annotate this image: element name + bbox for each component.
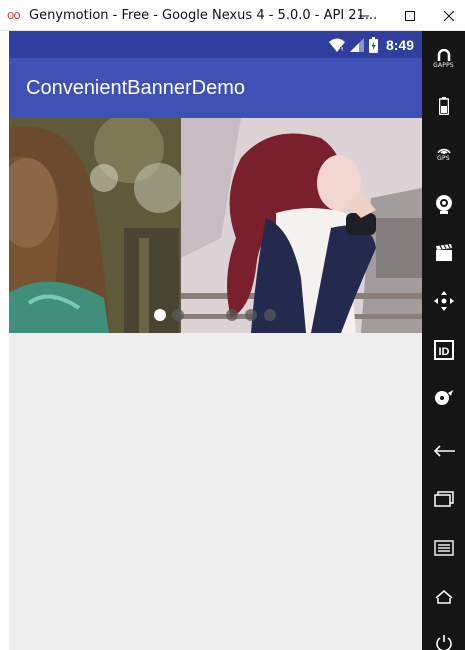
status-bar: 8:49 <box>9 31 422 58</box>
screencast-button[interactable] <box>422 233 465 273</box>
status-time: 8:49 <box>385 37 414 53</box>
minimize-icon <box>359 15 369 16</box>
page-indicator-dot[interactable] <box>154 309 166 321</box>
signal-icon <box>349 38 364 52</box>
banner-slide-1[interactable] <box>9 118 181 333</box>
battery-icon <box>438 97 449 115</box>
page-indicator-dot[interactable] <box>226 309 238 321</box>
convenient-banner[interactable] <box>9 118 422 333</box>
gps-icon <box>436 148 451 154</box>
back-icon <box>433 445 455 457</box>
maximize-icon <box>405 10 415 21</box>
camera-icon <box>435 195 452 214</box>
gps-label: GPS <box>437 155 450 162</box>
minimize-button[interactable] <box>341 0 387 31</box>
status-icons: 8:49 <box>328 35 414 55</box>
id-icon: ID <box>433 340 454 360</box>
genymotion-toolbar: GAPPS GPS ID <box>422 31 465 650</box>
app-bar: ConvenientBannerDemo <box>9 58 422 118</box>
app-title: ConvenientBannerDemo <box>26 77 246 99</box>
close-icon <box>444 10 454 21</box>
android-screen[interactable]: 8:49 ConvenientBannerDemo <box>9 31 422 650</box>
menu-button[interactable] <box>422 528 465 568</box>
battery-icon <box>368 37 378 53</box>
page-indicator-dot[interactable] <box>245 309 257 321</box>
disk-icon <box>434 390 453 405</box>
id-button[interactable]: ID <box>422 330 465 370</box>
camera-button[interactable] <box>422 184 465 224</box>
svg-text:ID: ID <box>438 346 449 358</box>
girl-in-red-hair-photo <box>181 118 422 333</box>
menu-icon <box>433 540 454 556</box>
disk-button[interactable] <box>422 378 465 418</box>
close-button[interactable] <box>433 0 465 31</box>
gps-button[interactable]: GPS <box>422 133 465 173</box>
home-button[interactable] <box>422 577 465 617</box>
genymotion-logo-icon: oo <box>7 8 21 22</box>
screencast-icon <box>435 244 452 261</box>
window-title: Genymotion - Free - Google Nexus 4 - 5.0… <box>29 8 378 23</box>
home-icon <box>435 590 452 604</box>
recent-apps-icon <box>433 491 454 507</box>
page-indicator-dot[interactable] <box>172 309 184 321</box>
wifi-icon <box>328 38 345 52</box>
recent-apps-button[interactable] <box>422 479 465 519</box>
power-icon <box>435 635 452 650</box>
dpad-button[interactable] <box>422 281 465 321</box>
gapps-icon <box>437 49 450 61</box>
page-indicator-dot[interactable] <box>264 309 276 321</box>
girl-with-long-hair-photo <box>9 118 181 333</box>
battery-button[interactable] <box>422 86 465 126</box>
maximize-button[interactable] <box>387 0 433 31</box>
power-button[interactable] <box>422 623 465 650</box>
emulator-window: oo Genymotion - Free - Google Nexus 4 - … <box>0 0 465 650</box>
banner-slide-2[interactable] <box>181 118 422 333</box>
gapps-label: GAPPS <box>433 62 454 69</box>
gapps-button[interactable]: GAPPS <box>422 39 465 79</box>
dpad-icon <box>433 291 454 311</box>
window-title-bar: oo Genymotion - Free - Google Nexus 4 - … <box>0 0 465 31</box>
back-button[interactable] <box>422 431 465 471</box>
